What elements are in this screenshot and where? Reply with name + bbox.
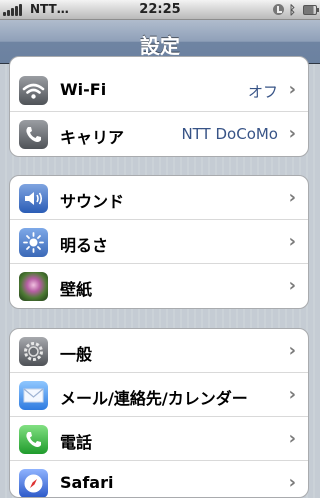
settings-row-general[interactable]: 一般 › [10, 329, 308, 373]
chevron-right-icon: › [288, 384, 296, 405]
status-bar: NTT… 22:25 ᛒ [0, 0, 320, 20]
settings-group-network: Wi-Fi オフ › キャリア NTT DoCoMo › [9, 56, 309, 157]
bluetooth-icon: ᛒ [288, 3, 296, 17]
phone-icon [19, 425, 48, 454]
chevron-right-icon: › [288, 340, 296, 361]
clock: 22:25 [139, 2, 181, 17]
settings-row-wallpaper[interactable]: 壁紙 › [10, 264, 308, 308]
wifi-status-value: オフ [247, 83, 278, 101]
chevron-right-icon: › [288, 472, 296, 493]
settings-row-carrier[interactable]: キャリア NTT DoCoMo › [10, 112, 308, 156]
settings-group-display: サウンド › 明るさ › 壁紙 › [9, 175, 309, 309]
battery-icon [303, 5, 319, 15]
page-title: 設定 [140, 34, 180, 58]
wifi-icon [19, 76, 48, 105]
phone-icon [19, 120, 48, 149]
mail-icon [19, 381, 48, 410]
brightness-icon [19, 228, 48, 257]
settings-row-brightness[interactable]: 明るさ › [10, 220, 308, 264]
gear-icon [19, 337, 48, 366]
alarm-clock-icon [273, 4, 284, 15]
settings-row-label: Wi-Fi [60, 80, 107, 99]
settings-row-label: 壁紙 [60, 280, 93, 299]
settings-row-mail[interactable]: メール/連絡先/カレンダー › [10, 373, 308, 417]
settings-row-label: キャリア [60, 128, 125, 147]
settings-row-label: 明るさ [60, 236, 109, 255]
chevron-right-icon: › [288, 231, 296, 252]
chevron-right-icon: › [288, 79, 296, 100]
settings-row-label: Safari [60, 473, 114, 492]
settings-row-label: 電話 [60, 433, 93, 452]
speaker-icon [19, 184, 48, 213]
settings-row-phone[interactable]: 電話 › [10, 417, 308, 461]
settings-row-label: 一般 [60, 345, 93, 364]
settings-row-sound[interactable]: サウンド › [10, 176, 308, 220]
wallpaper-icon [19, 272, 48, 301]
chevron-right-icon: › [288, 275, 296, 296]
settings-group-apps: 一般 › メール/連絡先/カレンダー › 電話 › Safari › [9, 328, 309, 498]
chevron-right-icon: › [288, 123, 296, 144]
settings-row-label: メール/連絡先/カレンダー [60, 389, 248, 408]
chevron-right-icon: › [288, 428, 296, 449]
chevron-right-icon: › [288, 187, 296, 208]
compass-icon [19, 469, 48, 497]
settings-row-label: サウンド [60, 192, 125, 211]
settings-row-wifi[interactable]: Wi-Fi オフ › [10, 68, 308, 112]
carrier-value: NTT DoCoMo [181, 125, 278, 143]
